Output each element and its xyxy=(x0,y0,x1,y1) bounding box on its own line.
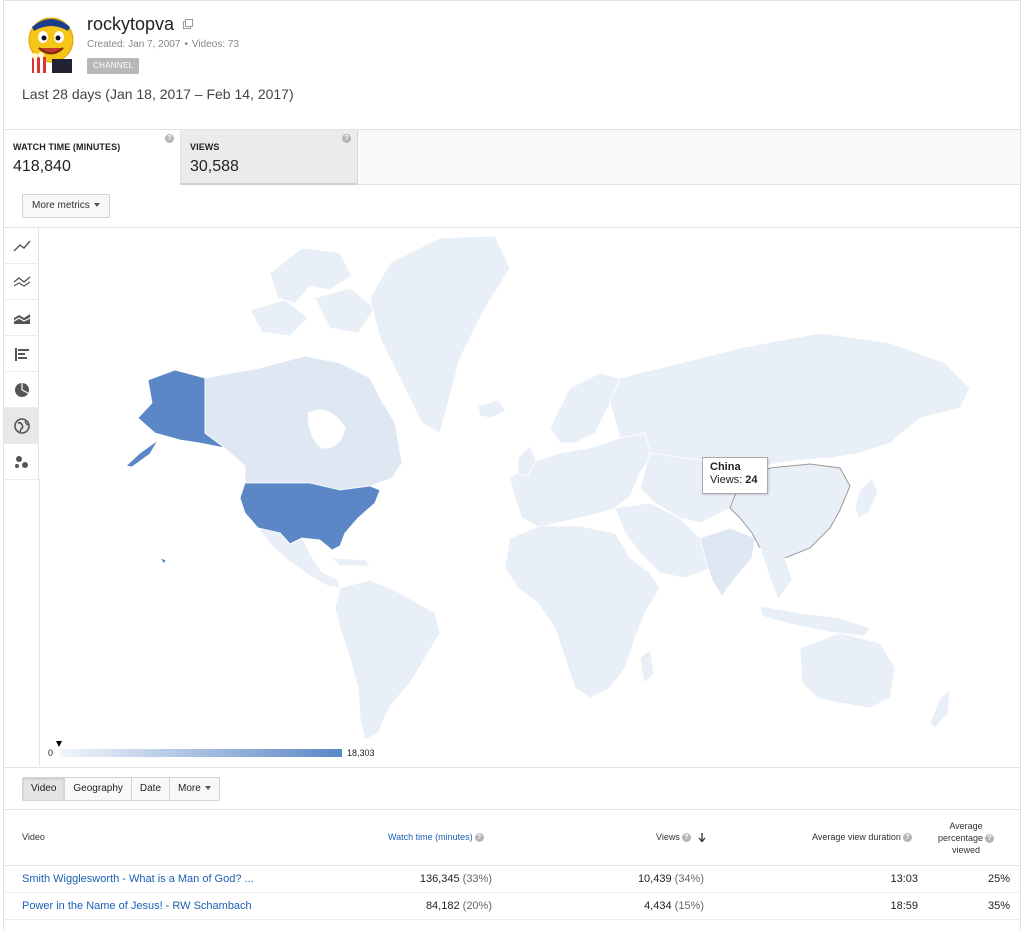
divider xyxy=(4,767,1020,768)
map-region-indonesia xyxy=(759,605,871,637)
table-row: Power in the Name of Jesus! - RW Schamba… xyxy=(4,893,1020,920)
watch-time-value: 84,182 (20%) xyxy=(425,900,492,912)
header-avg-pct-line1: Average xyxy=(949,821,983,831)
tooltip-value: 24 xyxy=(745,474,758,486)
metric-value: 30,588 xyxy=(190,158,239,175)
map-region-canada-islands xyxy=(314,287,376,334)
avg-percentage-value: 25% xyxy=(987,873,1010,885)
video-count: Videos: 73 xyxy=(191,39,239,50)
map-region-russia xyxy=(609,332,971,467)
map-region-caribbean xyxy=(330,557,371,567)
header-video: Video xyxy=(22,832,45,842)
caret-down-icon xyxy=(93,203,100,208)
line-chart-icon[interactable] xyxy=(4,228,39,264)
help-icon[interactable]: ? xyxy=(681,833,691,843)
metric-value: 418,840 xyxy=(13,158,71,175)
map-region-scandinavia xyxy=(549,372,621,444)
header-avg-duration-label: Average view duration xyxy=(812,832,901,842)
header-avg-percentage[interactable]: Average percentage? viewed xyxy=(936,820,996,856)
help-icon[interactable]: ? xyxy=(902,833,912,843)
map-region-canada-islands xyxy=(249,299,309,337)
video-title-link[interactable]: Smith Wigglesworth - What is a Man of Go… xyxy=(22,873,254,885)
globe-icon[interactable] xyxy=(4,408,39,444)
tab-date[interactable]: Date xyxy=(130,777,171,801)
views-value: 4,434 (15%) xyxy=(644,900,704,912)
header-watch-time-label: Watch time (minutes) xyxy=(388,832,473,842)
map-region-iceland xyxy=(477,399,507,419)
header-avg-duration[interactable]: Average view duration? xyxy=(812,832,912,843)
header-avg-pct-line2: percentage? xyxy=(936,832,996,844)
map-region-united-states xyxy=(239,482,381,551)
views-value: 10,439 (34%) xyxy=(637,873,704,885)
date-range: Last 28 days (Jan 18, 2017 – Feb 14, 201… xyxy=(22,86,294,102)
tab-geography[interactable]: Geography xyxy=(64,777,132,801)
header-watch-time[interactable]: Watch time (minutes)? xyxy=(388,832,484,843)
sort-down-arrow-icon xyxy=(698,833,706,843)
stacked-area-icon[interactable] xyxy=(4,300,39,336)
header-avg-pct-line3: viewed xyxy=(951,845,980,855)
avg-duration-value: 13:03 xyxy=(890,873,918,885)
avg-duration-value: 18:59 xyxy=(890,900,918,912)
map-region-australia xyxy=(799,632,896,709)
map-region-africa xyxy=(504,525,661,699)
help-icon[interactable]: ? xyxy=(165,134,174,143)
legend-max: 18,303 xyxy=(347,748,375,758)
map-region-hawaii xyxy=(159,557,167,565)
video-title-link[interactable]: Power in the Name of Jesus! - RW Schamba… xyxy=(22,900,252,912)
map-tooltip: China Views: 24 xyxy=(702,457,768,494)
caret-down-icon xyxy=(204,786,211,791)
geo-map[interactable] xyxy=(40,228,1020,766)
channel-avatar[interactable] xyxy=(22,13,80,75)
header-views-label: Views xyxy=(656,832,680,842)
tooltip-country: China xyxy=(710,461,741,473)
metric-label: VIEWS xyxy=(190,142,220,152)
map-region-alaska-chain xyxy=(125,439,159,468)
multi-line-icon[interactable] xyxy=(4,264,39,300)
more-metrics-label: More metrics xyxy=(32,200,90,211)
bar-chart-icon[interactable] xyxy=(4,336,39,372)
avg-percentage-value: 35% xyxy=(987,900,1010,912)
divider xyxy=(4,809,1020,810)
tab-video[interactable]: Video xyxy=(22,777,66,801)
help-icon[interactable]: ? xyxy=(985,834,995,844)
watch-time-value: 136,345 (33%) xyxy=(419,873,492,885)
channel-name[interactable]: rockytopva xyxy=(87,14,174,35)
chart-type-bar xyxy=(4,228,39,480)
legend-gradient xyxy=(60,749,342,757)
metric-label: WATCH TIME (MINUTES) xyxy=(13,142,121,152)
help-icon[interactable]: ? xyxy=(474,833,484,843)
tab-more-label: More xyxy=(178,783,201,794)
map-region-new-zealand xyxy=(929,689,951,729)
legend-min: 0 xyxy=(48,748,54,758)
metric-views[interactable]: VIEWS 30,588 ? xyxy=(181,130,358,185)
external-link-icon[interactable] xyxy=(183,18,193,29)
metrics-bar: WATCH TIME (MINUTES) 418,840 ? VIEWS 30,… xyxy=(4,129,1020,185)
channel-meta: Created: Jan 7, 2007 • Videos: 73 xyxy=(87,39,239,50)
map-region-india xyxy=(699,527,756,597)
map-region-canada xyxy=(204,355,403,491)
tooltip-views: Views: 24 xyxy=(710,474,767,486)
created-date: Created: Jan 7, 2007 xyxy=(87,39,181,50)
map-region-madagascar xyxy=(639,649,655,684)
report-tabs: Video Geography Date More xyxy=(22,777,220,801)
map-region-japan xyxy=(854,477,879,519)
tooltip-label: Views: xyxy=(710,474,743,486)
table-row: Smith Wigglesworth - What is a Man of Go… xyxy=(4,866,1020,893)
map-region-south-america xyxy=(334,579,441,741)
map-legend: 0 18,303 xyxy=(48,741,388,762)
tab-more[interactable]: More xyxy=(169,777,220,801)
help-icon[interactable]: ? xyxy=(342,134,351,143)
channel-badge: CHANNEL xyxy=(87,58,140,74)
legend-marker-icon xyxy=(56,741,62,747)
pie-chart-icon[interactable] xyxy=(4,372,39,408)
bubble-chart-icon[interactable] xyxy=(4,444,39,480)
header-views[interactable]: Views? xyxy=(656,832,707,843)
more-metrics-button[interactable]: More metrics xyxy=(22,194,110,218)
metric-watch-time[interactable]: WATCH TIME (MINUTES) 418,840 ? xyxy=(4,130,181,185)
